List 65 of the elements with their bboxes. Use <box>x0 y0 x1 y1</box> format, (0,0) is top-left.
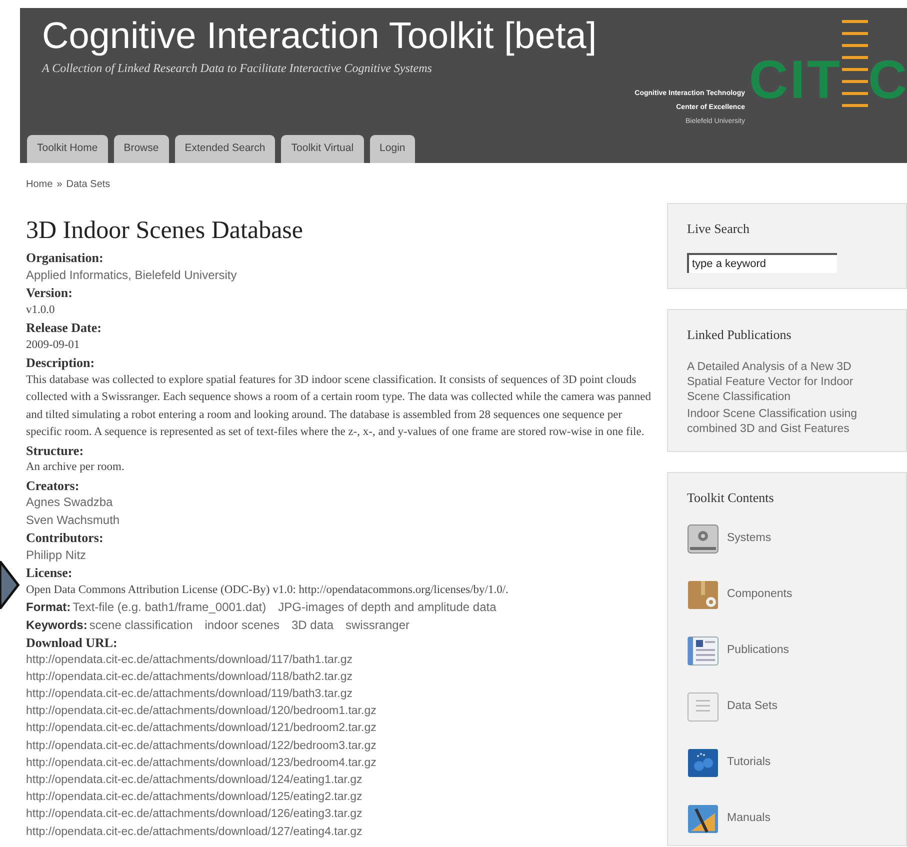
contents-link[interactable]: Components <box>687 578 906 610</box>
field-value: Applied Informatics, Bielefeld University <box>26 266 238 284</box>
field-value: Sven Wachsmuth <box>26 512 121 528</box>
nav-tab[interactable]: Toolkit Home <box>27 135 108 163</box>
field-value: Philipp Nitz <box>26 546 88 564</box>
keyword-link[interactable]: swissranger <box>346 616 410 634</box>
breadcrumb-link[interactable]: Data Sets <box>66 177 110 192</box>
publication-link[interactable]: A Detailed Analysis of a New 3D Spatial Feature Vector for Indoor Scene Classification <box>687 360 871 405</box>
format-item: Text-file (e.g. bath1/frame_0001.dat) <box>72 599 266 616</box>
package-gear-icon <box>687 578 719 610</box>
field-label: Creators: <box>26 476 80 494</box>
contents-link[interactable]: Systems <box>687 522 906 554</box>
panel-title: Live Search <box>687 220 750 238</box>
download-link[interactable]: http://opendata.cit-ec.de/attachments/download/125/eating2.tar.gz <box>26 791 362 804</box>
field-value: Open Data Commons Attribution License (ODC-By) v1.0: http://opendatacommons.org/licenses/by/1.0/. <box>26 582 510 598</box>
field-label: Organisation: <box>26 249 104 266</box>
keyword-link[interactable]: scene classification <box>89 616 193 634</box>
breadcrumb-link[interactable]: Home <box>26 177 53 192</box>
download-link[interactable]: http://opendata.cit-ec.de/attachments/download/120/bedroom1.tar.gz <box>26 705 376 718</box>
site-title: Cognitive Interaction Toolkit [beta] <box>42 14 597 58</box>
keyword-link[interactable]: 3D data <box>291 616 334 634</box>
contents-link[interactable]: Data Sets <box>687 690 906 722</box>
field-label: Release Date: <box>26 319 102 336</box>
download-link[interactable]: http://opendata.cit-ec.de/attachments/download/126/eating3.tar.gz <box>26 808 362 820</box>
contents-link[interactable]: Manuals <box>687 802 906 834</box>
field-value: An archive per room. <box>26 460 126 475</box>
gear-drive-icon <box>687 522 719 554</box>
download-link[interactable]: http://opendata.cit-ec.de/attachments/download/127/eating4.tar.gz <box>26 826 362 838</box>
nav-tab[interactable]: Extended Search <box>174 135 276 163</box>
download-link[interactable]: http://opendata.cit-ec.de/attachments/download/124/eating1.tar.gz <box>26 774 362 786</box>
download-link[interactable]: http://opendata.cit-ec.de/attachments/download/117/bath1.tar.gz <box>26 654 352 666</box>
field-label: Structure: <box>26 442 85 459</box>
field-value: Agnes Swadzba <box>26 494 114 511</box>
field-label: Download URL: <box>26 634 118 652</box>
nav-tab[interactable]: Toolkit Virtual <box>281 135 364 163</box>
contents-link[interactable]: Tutorials <box>687 746 906 778</box>
download-link[interactable]: http://opendata.cit-ec.de/attachments/download/122/bedroom3.tar.gz <box>26 740 376 752</box>
nav-tab[interactable]: Browse <box>114 135 169 163</box>
keyword-link[interactable]: indoor scenes <box>204 616 280 634</box>
field-label: Contributors: <box>26 529 104 546</box>
breadcrumb-separator: » <box>56 178 62 192</box>
field-value: 2009-09-01 <box>26 338 81 352</box>
field-label: Description: <box>26 354 96 372</box>
field-label: License: <box>26 564 74 582</box>
search-field[interactable]: type a keyword <box>687 252 837 272</box>
page-title: 3D Indoor Scenes Database <box>26 216 304 246</box>
publication-link[interactable]: Indoor Scene Classification using combined 3D and Gist Features <box>687 407 871 437</box>
field-value: v1.0.0 <box>26 302 56 318</box>
panel-title: Toolkit Contents <box>687 489 775 507</box>
document-icon <box>687 634 719 666</box>
field-label: Keywords: <box>26 616 88 634</box>
field-label: Version: <box>26 284 74 302</box>
logo-drawing: CIT C <box>749 8 907 107</box>
panel-title: Linked Publications <box>687 326 792 344</box>
download-link[interactable]: http://opendata.cit-ec.de/attachments/download/119/bath3.tar.gz <box>26 688 352 700</box>
field-label: Format: <box>26 599 71 616</box>
download-link[interactable]: http://opendata.cit-ec.de/attachments/download/121/bedroom2.tar.gz <box>26 722 376 734</box>
site-subtitle: A Collection of Linked Research Data to Facilitate Interactive Cognitive Systems <box>42 60 433 77</box>
pencil-ruler-icon <box>687 802 719 834</box>
field-value: This database was collected to explore spatial features for 3D indoor scene classification. It consists of sequences of 3D point clouds collected with a Swissranger. Each sequence shows a room of a certain room type. The data was collected while the camera was panned and tilted simulating a robot entering a room and looking around. The database is assembled from 28 sequences one sequence per specific room. A sequence is represented as set of text-files where the z-, x-, and y-values of one frame are stored row-wise in one file. <box>26 372 652 440</box>
nav-tab[interactable]: Login <box>370 135 416 163</box>
download-link[interactable]: http://opendata.cit-ec.de/attachments/download/123/bedroom4.tar.gz <box>26 756 376 769</box>
contents-link[interactable]: Publications <box>687 634 906 666</box>
download-link[interactable]: http://opendata.cit-ec.de/attachments/download/118/bath2.tar.gz <box>26 670 352 683</box>
format-item: JPG-images of depth and amplitude data <box>278 599 496 616</box>
